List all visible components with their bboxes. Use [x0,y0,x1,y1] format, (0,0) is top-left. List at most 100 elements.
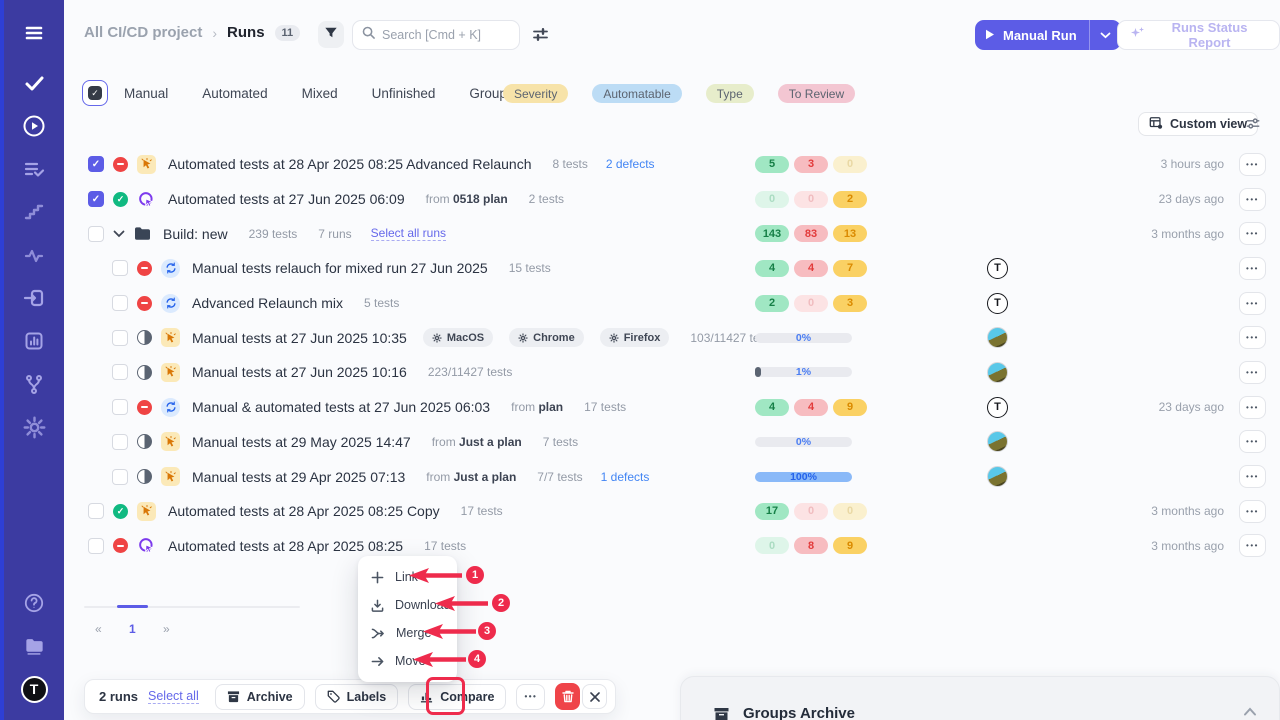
run-row[interactable]: Manual tests relauch for mixed run 27 Ju… [84,251,1268,286]
run-row[interactable]: Advanced Relaunch mix 5 tests 2 0 3 T [84,286,1268,321]
menu-item-merge[interactable]: Merge [358,619,457,647]
pill-automatable[interactable]: Automatable [592,84,681,103]
help-icon[interactable] [14,584,54,622]
row-checkbox[interactable] [112,469,128,485]
chevron-down-icon[interactable] [113,230,125,238]
assignee-avatar[interactable] [987,431,1008,452]
results-list-icon[interactable] [14,150,54,188]
settings-gear-icon[interactable] [14,408,54,446]
env-tag[interactable]: Firefox [600,328,670,347]
row-more-button[interactable] [1239,430,1266,453]
run-row[interactable]: Manual tests at 29 Apr 2025 07:13 from J… [84,459,1268,494]
run-title[interactable]: Automated tests at 28 Apr 2025 08:25 [168,538,403,554]
defects-link[interactable]: 1 defects [601,470,650,484]
projects-folders-icon[interactable] [14,627,54,665]
assignee-avatar[interactable]: T [987,397,1008,418]
select-all-visible-checkbox[interactable]: ✓ [82,80,108,106]
delete-button[interactable] [555,683,580,710]
row-checkbox[interactable] [88,226,104,242]
row-checkbox[interactable] [112,364,128,380]
labels-button[interactable]: Labels [315,684,399,710]
run-title[interactable]: Manual tests at 27 Jun 2025 10:16 [192,364,407,380]
row-more-button[interactable] [1239,326,1266,349]
assignee-avatar[interactable] [987,327,1008,348]
group-title[interactable]: Build: new [163,226,228,242]
select-all-link[interactable]: Select all [148,689,199,704]
run-title[interactable]: Automated tests at 28 Apr 2025 08:25 Adv… [168,156,531,172]
env-tag[interactable]: Chrome [509,328,584,347]
assignee-avatar[interactable]: T [987,258,1008,279]
pill-type[interactable]: Type [706,84,754,103]
row-more-button[interactable] [1239,153,1266,176]
row-checkbox[interactable] [112,434,128,450]
milestones-steps-icon[interactable] [14,193,54,231]
assignee-avatar[interactable]: T [987,293,1008,314]
run-row[interactable]: Manual & automated tests at 27 Jun 2025 … [84,390,1268,425]
search-box[interactable] [352,20,520,50]
row-checkbox[interactable] [112,295,128,311]
run-title[interactable]: Manual tests at 27 Jun 2025 10:35 [192,330,407,346]
row-checkbox[interactable] [88,538,104,554]
tab-manual[interactable]: Manual [124,86,168,101]
run-row[interactable]: Manual tests at 27 Jun 2025 10:35 MacOS … [84,320,1268,355]
pagination-prev[interactable]: « [95,622,102,636]
row-more-button[interactable] [1239,257,1266,280]
row-checkbox[interactable] [88,503,104,519]
assignee-avatar[interactable] [987,362,1008,383]
archive-button[interactable]: Archive [215,684,305,710]
row-checkbox[interactable] [88,191,104,207]
row-more-button[interactable] [1239,222,1266,245]
run-title[interactable]: Manual tests at 29 May 2025 14:47 [192,434,411,450]
row-more-button[interactable] [1239,292,1266,315]
run-title[interactable]: Manual tests at 29 Apr 2025 07:13 [192,469,405,485]
pill-to-review[interactable]: To Review [778,84,855,103]
tab-unfinished[interactable]: Unfinished [372,86,436,101]
run-title[interactable]: Automated tests at 27 Jun 2025 06:09 [168,191,405,207]
group-row[interactable]: Build: new 239 tests 7 runs Select all r… [84,216,1268,251]
runs-play-icon[interactable] [14,107,54,145]
view-settings-icon[interactable] [1245,116,1261,136]
app-logo[interactable]: T [14,670,54,708]
run-row[interactable]: Automated tests at 28 Apr 2025 08:25 17 … [84,529,1268,564]
defects-link[interactable]: 2 defects [606,157,655,171]
assignee-avatar[interactable] [987,466,1008,487]
run-title[interactable]: Manual tests relauch for mixed run 27 Ju… [192,260,488,276]
menu-icon[interactable] [14,14,54,52]
row-checkbox[interactable] [112,260,128,276]
row-more-button[interactable] [1239,465,1266,488]
runs-status-report-button[interactable]: Runs Status Report [1117,20,1280,50]
manual-run-button[interactable]: Manual Run [975,20,1121,50]
row-checkbox[interactable] [112,399,128,415]
row-more-button[interactable] [1239,500,1266,523]
row-more-button[interactable] [1239,188,1266,211]
pagination-page-1[interactable]: 1 [129,622,136,636]
menu-item-link[interactable]: Link [358,563,457,591]
analytics-chart-icon[interactable] [14,322,54,360]
pill-severity[interactable]: Severity [503,84,568,103]
run-title[interactable]: Manual & automated tests at 27 Jun 2025 … [192,399,490,415]
breadcrumb-project[interactable]: All CI/CD project [84,24,202,41]
pagination-next[interactable]: » [163,622,170,636]
panel-chevron-icon[interactable] [1243,703,1257,720]
run-row[interactable]: Manual tests at 29 May 2025 14:47 from J… [84,425,1268,460]
compare-button[interactable]: Compare [408,684,506,710]
filter-funnel-button[interactable] [318,21,344,48]
tab-mixed[interactable]: Mixed [302,86,338,101]
groups-archive-panel[interactable]: Groups Archive [680,676,1280,720]
adjustments-icon[interactable] [532,26,549,48]
env-tag[interactable]: MacOS [423,328,493,347]
custom-view-button[interactable]: Custom view [1138,112,1258,136]
pulse-activity-icon[interactable] [14,236,54,274]
row-checkbox[interactable] [88,156,104,172]
row-more-button[interactable] [1239,361,1266,384]
menu-item-download[interactable]: Download [358,591,457,619]
run-row[interactable]: Automated tests at 28 Apr 2025 08:25 Adv… [84,147,1268,182]
branches-fork-icon[interactable] [14,365,54,403]
row-checkbox[interactable] [112,330,128,346]
sign-in-icon[interactable] [14,279,54,317]
run-row[interactable]: Automated tests at 28 Apr 2025 08:25 Cop… [84,494,1268,529]
run-title[interactable]: Automated tests at 28 Apr 2025 08:25 Cop… [168,503,440,519]
run-title[interactable]: Advanced Relaunch mix [192,295,343,311]
close-bulk-bar-button[interactable] [582,684,607,709]
tests-check-icon[interactable] [14,64,54,102]
